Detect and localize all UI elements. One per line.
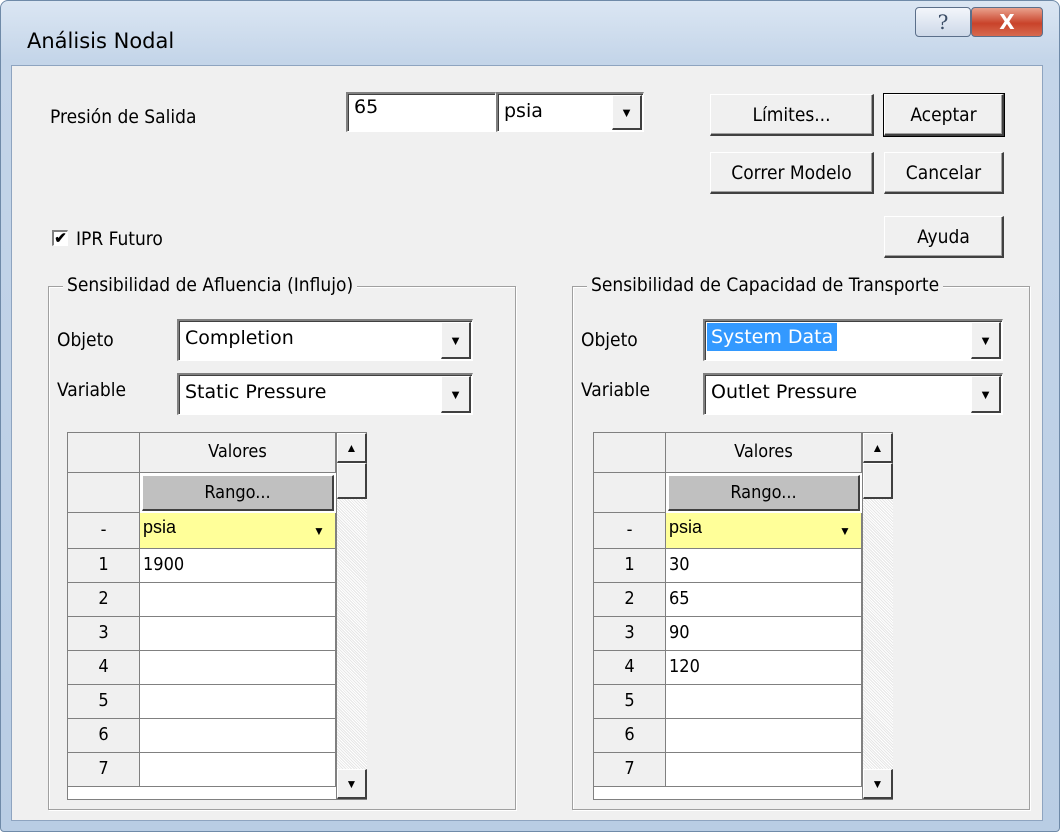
grid-unit-select[interactable]: psia ▼	[140, 513, 336, 549]
right-objeto-label: Objeto	[581, 329, 638, 351]
grid-value-cell[interactable]	[666, 753, 862, 787]
transport-sensitivity-group: Sensibilidad de Capacidad de Transporte …	[572, 274, 1030, 810]
right-objeto-value: System Data	[707, 323, 838, 351]
left-variable-label: Variable	[57, 379, 127, 401]
chevron-down-icon[interactable]: ▼	[612, 95, 642, 130]
close-icon: X	[999, 10, 1015, 34]
chevron-down-icon[interactable]: ▼	[307, 513, 331, 548]
grid-value-cell[interactable]: 1900	[140, 549, 336, 583]
grid-header-valores: Valores	[140, 433, 336, 473]
left-objeto-value: Completion	[185, 327, 294, 349]
outlet-pressure-input[interactable]: 65	[346, 92, 496, 132]
grid-row-number: 3	[594, 617, 666, 651]
grid-unit-value: psia	[669, 517, 703, 537]
grid-row-number: 2	[68, 583, 140, 617]
window-title: Análisis Nodal	[27, 29, 175, 53]
grid-row-number: 7	[68, 753, 140, 787]
chevron-down-icon[interactable]: ▼	[971, 376, 1001, 413]
aceptar-button[interactable]: Aceptar	[883, 93, 1005, 137]
ipr-futuro-checkbox[interactable]: ✔	[52, 230, 68, 246]
chevron-down-icon[interactable]: ▼	[971, 322, 1001, 359]
ayuda-button[interactable]: Ayuda	[884, 216, 1004, 258]
grid-row-header	[68, 473, 140, 513]
grid-value-cell[interactable]: 120	[666, 651, 862, 685]
outlet-pressure-label: Presión de Salida	[50, 106, 197, 128]
dialog-client-area: Presión de Salida 65 psia ▼ Límites... A…	[11, 65, 1043, 821]
grid-row-number: 5	[68, 685, 140, 719]
right-values-grid: Valores Rango... - psia ▼ 1 30 2 65 3 90…	[593, 432, 893, 800]
correr-modelo-button[interactable]: Correr Modelo	[710, 152, 874, 194]
right-variable-label: Variable	[581, 379, 651, 401]
grid-row-number: 7	[594, 753, 666, 787]
right-variable-select[interactable]: Outlet Pressure ▼	[703, 373, 1003, 415]
scroll-up-icon[interactable]: ▲	[337, 433, 367, 463]
grid-corner-cell	[68, 433, 140, 473]
help-icon: ?	[937, 10, 949, 34]
grid-value-cell[interactable]	[140, 719, 336, 753]
grid-value-cell[interactable]: 65	[666, 583, 862, 617]
grid-unit-value: psia	[143, 517, 177, 537]
scroll-thumb[interactable]	[863, 463, 893, 499]
cancelar-button[interactable]: Cancelar	[884, 152, 1004, 194]
right-objeto-select[interactable]: System Data ▼	[703, 319, 1003, 361]
grid-unit-row-header: -	[68, 513, 140, 549]
grid-value-cell[interactable]: 30	[666, 549, 862, 583]
close-button[interactable]: X	[971, 7, 1043, 37]
scroll-thumb[interactable]	[337, 463, 367, 499]
grid-unit-select[interactable]: psia ▼	[666, 513, 862, 549]
grid-row-number: 2	[594, 583, 666, 617]
ipr-futuro-label: IPR Futuro	[76, 228, 163, 250]
grid-row-number: 5	[594, 685, 666, 719]
chevron-down-icon[interactable]: ▼	[441, 322, 471, 359]
grid-row-number: 3	[68, 617, 140, 651]
chevron-down-icon[interactable]: ▼	[441, 376, 471, 413]
grid-row-header	[594, 473, 666, 513]
grid-row-number: 1	[68, 549, 140, 583]
outlet-unit-select[interactable]: psia ▼	[496, 92, 644, 132]
scroll-down-icon[interactable]: ▼	[863, 769, 893, 799]
outlet-unit-value: psia	[504, 100, 543, 122]
grid-header-valores: Valores	[666, 433, 862, 473]
left-objeto-label: Objeto	[57, 329, 114, 351]
limites-button[interactable]: Límites...	[710, 94, 874, 136]
right-variable-value: Outlet Pressure	[711, 381, 858, 403]
grid-corner-cell	[594, 433, 666, 473]
grid-value-cell[interactable]	[140, 651, 336, 685]
check-icon: ✔	[54, 230, 67, 247]
grid-value-cell[interactable]	[140, 617, 336, 651]
rango-button[interactable]: Rango...	[142, 475, 334, 511]
left-objeto-select[interactable]: Completion ▼	[177, 319, 473, 361]
left-variable-value: Static Pressure	[185, 381, 327, 403]
grid-value-cell[interactable]	[140, 685, 336, 719]
scroll-down-icon[interactable]: ▼	[337, 769, 367, 799]
grid-value-cell[interactable]	[140, 753, 336, 787]
grid-row-number: 1	[594, 549, 666, 583]
grid-row-number: 4	[68, 651, 140, 685]
grid-row-number: 6	[594, 719, 666, 753]
dialog-window: Análisis Nodal ? X Presión de Salida 65 …	[0, 0, 1060, 832]
scroll-up-icon[interactable]: ▲	[863, 433, 893, 463]
grid-row-number: 6	[68, 719, 140, 753]
vertical-scrollbar[interactable]: ▲ ▼	[336, 433, 367, 799]
left-variable-select[interactable]: Static Pressure ▼	[177, 373, 473, 415]
help-title-button[interactable]: ?	[915, 7, 971, 37]
vertical-scrollbar[interactable]: ▲ ▼	[862, 433, 893, 799]
left-values-grid: Valores Rango... - psia ▼ 1 1900 2 3 4 5…	[67, 432, 367, 800]
transport-group-legend: Sensibilidad de Capacidad de Transporte	[587, 274, 944, 296]
chevron-down-icon[interactable]: ▼	[833, 513, 857, 548]
grid-unit-row-header: -	[594, 513, 666, 549]
grid-value-cell[interactable]	[666, 719, 862, 753]
grid-value-cell[interactable]: 90	[666, 617, 862, 651]
influx-group-legend: Sensibilidad de Afluencia (Influjo)	[63, 274, 358, 296]
grid-value-cell[interactable]	[666, 685, 862, 719]
rango-button[interactable]: Rango...	[668, 475, 860, 511]
grid-value-cell[interactable]	[140, 583, 336, 617]
grid-row-number: 4	[594, 651, 666, 685]
influx-sensitivity-group: Sensibilidad de Afluencia (Influjo) Obje…	[48, 274, 516, 810]
